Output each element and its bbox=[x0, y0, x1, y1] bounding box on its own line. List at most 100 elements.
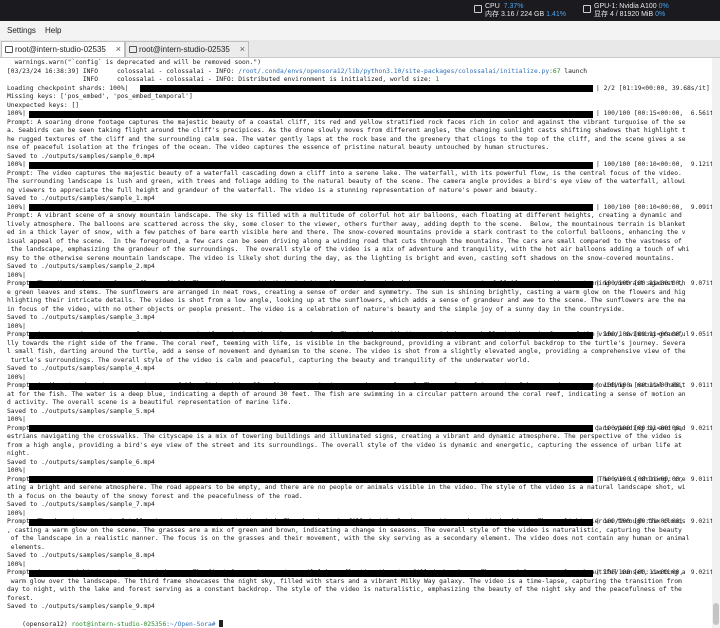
menu-bar: Settings Help bbox=[0, 21, 720, 41]
tab-bar: root@intern-studio-02535 × root@intern-s… bbox=[0, 40, 720, 58]
cpu-percent: 7.37% bbox=[503, 3, 524, 10]
prompt-text-line: Prompt: A vibrant scene of a snowy mount… bbox=[7, 212, 682, 219]
output-line: , casting a warm glow on the scene. The … bbox=[7, 526, 682, 534]
progress-bar bbox=[29, 204, 593, 211]
progress-stats: | 100/100 [00:11<00:00, 9.02it/s] bbox=[596, 569, 712, 576]
cpu-label: CPU bbox=[485, 3, 500, 10]
close-icon[interactable]: × bbox=[240, 44, 245, 54]
output-line: nse of peaceful isolation at the fringes… bbox=[7, 144, 550, 151]
menu-settings[interactable]: Settings bbox=[7, 26, 36, 35]
output-line: ating a bright and serene atmosphere. Th… bbox=[7, 484, 686, 491]
scrollbar-thumb[interactable] bbox=[713, 603, 719, 625]
progress-stats: | 100/100 [00:15<00:00, 6.56it/s] bbox=[596, 110, 712, 117]
system-status-bar: CPU 7.37% 内存 3.16 / 224 GB 1.41% GPU-1: N… bbox=[0, 0, 720, 21]
terminal-output[interactable]: warnings.warn("`config` is deprecated an… bbox=[0, 58, 712, 628]
output-line: night. bbox=[7, 450, 30, 457]
saved-path-line: Saved to ./outputs/samples/sample_2.mp4 bbox=[7, 263, 155, 270]
saved-path-line: Saved to ./outputs/samples/sample_0.mp4 bbox=[7, 152, 155, 160]
output-line: at for the fish. The water is a deep blu… bbox=[7, 390, 686, 398]
terminal-icon bbox=[129, 46, 137, 53]
tab-label: root@intern-studio-02535 bbox=[15, 45, 106, 54]
progress-stats: | 100/100 [00:11<00:00, 9.07it/s] bbox=[596, 280, 712, 287]
progress-stats: | 100/100 [00:11<00:00, 9.01it/s] bbox=[596, 475, 712, 483]
progress-stats: | 100/100 [00:11<00:00, 9.05it/s] bbox=[596, 331, 712, 338]
progress-bar bbox=[29, 110, 593, 118]
progress-stats: | 100/100 [00:10<00:00, 9.12it/s] bbox=[596, 161, 712, 168]
vram-value: 4 / 81920 MiB bbox=[609, 10, 654, 18]
output-line: a. Seabirds can be seen taking flight ar… bbox=[7, 127, 686, 134]
saved-path-line: Saved to ./outputs/samples/sample_8.mp4 bbox=[7, 552, 155, 559]
output-line: ed in a thick layer of snow, with a few … bbox=[7, 229, 686, 236]
tab-terminal-1[interactable]: root@intern-studio-02535 × bbox=[1, 41, 125, 57]
cpu-icon bbox=[474, 5, 482, 13]
progress-bar bbox=[29, 518, 593, 526]
terminal-scrollbar[interactable] bbox=[712, 58, 720, 628]
progress-bar bbox=[29, 280, 593, 288]
output-line: The surrounding landscape is lush and gr… bbox=[7, 178, 686, 185]
output-line: turtle's surroundings. The overall style… bbox=[7, 356, 531, 364]
log-info-line: [03/23/24 16:38:39] INFO colossalai - co… bbox=[7, 67, 588, 75]
progress-bar bbox=[29, 425, 593, 432]
mem-percent: 1.41% bbox=[546, 10, 566, 18]
log-info-line: INFO colossalai - colossalai - INFO: Dis… bbox=[7, 76, 440, 83]
saved-path-line: Saved to ./outputs/samples/sample_4.mp4 bbox=[7, 365, 155, 372]
output-line: isual appeal of the scene. In the foregr… bbox=[7, 237, 682, 245]
saved-path-line: Saved to ./outputs/samples/sample_1.mp4 bbox=[7, 195, 155, 202]
menu-help[interactable]: Help bbox=[45, 26, 61, 35]
progress-stats: | 100/100 [00:11<00:00, 9.01it/s] bbox=[596, 382, 712, 389]
output-line: Missing keys: ['pos_embed', 'pos_embed_t… bbox=[7, 93, 193, 100]
saved-path-line: Saved to ./outputs/samples/sample_9.mp4 bbox=[7, 603, 155, 610]
output-line: 100%| bbox=[7, 373, 26, 381]
progress-label: 100%| bbox=[7, 110, 26, 117]
saved-path-line: Saved to ./outputs/samples/sample_6.mp4 bbox=[7, 458, 155, 466]
output-line: warnings.warn("`config` is deprecated an… bbox=[7, 59, 262, 66]
close-icon[interactable]: × bbox=[116, 44, 121, 54]
output-line: 100%| bbox=[7, 560, 26, 568]
gpu-percent: 0% bbox=[658, 3, 669, 10]
progress-bar bbox=[140, 85, 593, 92]
output-line: from a high angle, providing a bird's ey… bbox=[7, 441, 682, 449]
tab-label: root@intern-studio-02535 bbox=[139, 45, 230, 54]
gpu-label: GPU-1: Nvidia A100 bbox=[594, 3, 657, 10]
output-line: 100%| bbox=[7, 271, 26, 279]
terminal-icon bbox=[5, 46, 13, 53]
vram-label: 显存 bbox=[594, 10, 608, 18]
shell-prompt[interactable]: (opensora12) root@intern-studio-025356:~… bbox=[7, 612, 224, 628]
prompt-text-line: Prompt: The video captures the majestic … bbox=[7, 169, 682, 177]
output-line: of the landscape in a realistic manner. … bbox=[7, 535, 690, 542]
prompt-user: root@intern-studio-025356 bbox=[71, 620, 167, 628]
output-line: hlighting their intricate details. The v… bbox=[7, 297, 686, 304]
output-line: he rugged textures of the cliff and the … bbox=[7, 135, 686, 143]
output-line: msy to the otherwise serene mountain lan… bbox=[7, 254, 675, 262]
saved-path-line: Saved to ./outputs/samples/sample_5.mp4 bbox=[7, 407, 155, 415]
progress-bar bbox=[29, 476, 593, 483]
progress-bar bbox=[29, 331, 593, 339]
output-line: Unexpected keys: [] bbox=[7, 101, 80, 109]
output-line: d activity. The overall scene is a beaut… bbox=[7, 399, 292, 406]
output-line: 100%| bbox=[7, 509, 26, 517]
text-cursor bbox=[219, 619, 224, 627]
output-line: th a focus on the beauty of the snowy fo… bbox=[7, 492, 303, 500]
output-line: 100%| bbox=[7, 416, 26, 423]
output-line: 100%| bbox=[7, 322, 26, 330]
vram-percent: 0% bbox=[655, 10, 666, 18]
saved-path-line: Saved to ./outputs/samples/sample_3.mp4 bbox=[7, 314, 155, 321]
output-line: warm glow over the landscape. The third … bbox=[7, 577, 682, 585]
progress-label: 100%| bbox=[7, 161, 26, 168]
tab-terminal-2[interactable]: root@intern-studio-02535 × bbox=[125, 41, 249, 57]
output-line: ng viewers to appreciate the full height… bbox=[7, 186, 538, 194]
prompt-text-line: Prompt: A soaring drone footage captures… bbox=[7, 118, 686, 126]
output-line: the landscape, emphasizing the grandeur … bbox=[7, 246, 690, 253]
mem-label: 内存 bbox=[485, 10, 499, 18]
output-line: elements. bbox=[7, 543, 45, 551]
progress-stats: | 100/100 [00:11<00:00, 9.02it/s] bbox=[596, 424, 712, 432]
progress-bar bbox=[29, 569, 593, 577]
output-line: lly towards the right side of the frame.… bbox=[7, 339, 686, 347]
mem-value: 3.16 / 224 GB bbox=[500, 10, 545, 18]
saved-path-line: Saved to ./outputs/samples/sample_7.mp4 bbox=[7, 501, 155, 508]
output-line: day to night, with the lake and forest s… bbox=[7, 586, 682, 593]
progress-label: 100%| bbox=[7, 203, 26, 211]
progress-bar bbox=[29, 161, 593, 169]
progress-label: Loading checkpoint shards: 100%| bbox=[7, 84, 129, 92]
output-line: 100%| bbox=[7, 467, 26, 474]
